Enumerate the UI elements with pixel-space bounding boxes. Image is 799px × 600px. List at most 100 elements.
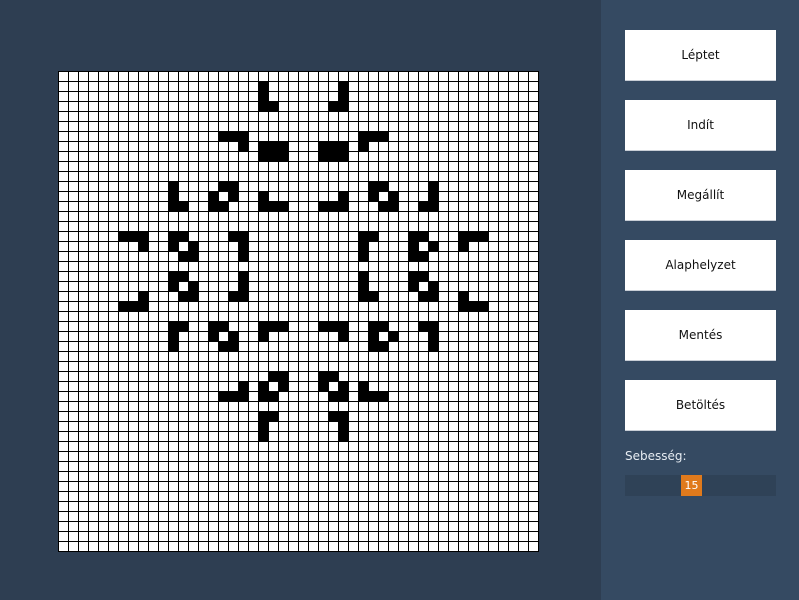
cell[interactable]: [189, 222, 198, 231]
cell[interactable]: [419, 412, 428, 421]
cell-alive[interactable]: [219, 132, 228, 141]
cell[interactable]: [389, 222, 398, 231]
cell[interactable]: [249, 132, 258, 141]
cell[interactable]: [349, 502, 358, 511]
cell[interactable]: [379, 532, 388, 541]
cell[interactable]: [89, 252, 98, 261]
cell[interactable]: [179, 342, 188, 351]
cell[interactable]: [449, 132, 458, 141]
cell[interactable]: [389, 362, 398, 371]
cell-alive[interactable]: [429, 292, 438, 301]
cell[interactable]: [149, 122, 158, 131]
cell[interactable]: [319, 402, 328, 411]
cell[interactable]: [439, 272, 448, 281]
cell[interactable]: [239, 502, 248, 511]
cell[interactable]: [499, 442, 508, 451]
cell[interactable]: [129, 422, 138, 431]
cell[interactable]: [189, 342, 198, 351]
cell[interactable]: [449, 472, 458, 481]
cell[interactable]: [259, 182, 268, 191]
cell[interactable]: [109, 402, 118, 411]
cell[interactable]: [389, 532, 398, 541]
cell[interactable]: [109, 542, 118, 551]
cell[interactable]: [409, 532, 418, 541]
cell[interactable]: [159, 352, 168, 361]
cell[interactable]: [119, 542, 128, 551]
cell[interactable]: [509, 172, 518, 181]
cell[interactable]: [229, 162, 238, 171]
cell[interactable]: [169, 352, 178, 361]
cell[interactable]: [189, 392, 198, 401]
cell[interactable]: [399, 222, 408, 231]
cell[interactable]: [89, 452, 98, 461]
cell-alive[interactable]: [209, 192, 218, 201]
cell[interactable]: [129, 162, 138, 171]
cell[interactable]: [59, 392, 68, 401]
cell[interactable]: [259, 282, 268, 291]
cell[interactable]: [239, 512, 248, 521]
cell[interactable]: [429, 402, 438, 411]
cell[interactable]: [329, 362, 338, 371]
cell[interactable]: [309, 382, 318, 391]
cell[interactable]: [149, 312, 158, 321]
cell[interactable]: [439, 432, 448, 441]
cell[interactable]: [389, 402, 398, 411]
cell[interactable]: [469, 392, 478, 401]
cell[interactable]: [189, 542, 198, 551]
cell[interactable]: [459, 272, 468, 281]
cell[interactable]: [109, 292, 118, 301]
cell[interactable]: [399, 162, 408, 171]
cell[interactable]: [149, 322, 158, 331]
cell[interactable]: [89, 262, 98, 271]
cell[interactable]: [229, 142, 238, 151]
cell[interactable]: [149, 392, 158, 401]
cell[interactable]: [209, 212, 218, 221]
cell[interactable]: [249, 522, 258, 531]
cell[interactable]: [379, 372, 388, 381]
cell[interactable]: [289, 482, 298, 491]
cell-alive[interactable]: [269, 322, 278, 331]
cell[interactable]: [239, 422, 248, 431]
cell[interactable]: [369, 362, 378, 371]
cell[interactable]: [69, 492, 78, 501]
cell[interactable]: [509, 122, 518, 131]
cell[interactable]: [489, 82, 498, 91]
cell[interactable]: [309, 232, 318, 241]
cell[interactable]: [219, 222, 228, 231]
cell[interactable]: [509, 162, 518, 171]
cell[interactable]: [439, 312, 448, 321]
cell[interactable]: [289, 452, 298, 461]
cell[interactable]: [179, 522, 188, 531]
cell[interactable]: [439, 212, 448, 221]
cell[interactable]: [469, 202, 478, 211]
cell[interactable]: [159, 162, 168, 171]
cell[interactable]: [79, 322, 88, 331]
cell[interactable]: [279, 242, 288, 251]
cell[interactable]: [309, 482, 318, 491]
cell[interactable]: [259, 522, 268, 531]
cell[interactable]: [229, 302, 238, 311]
cell[interactable]: [119, 222, 128, 231]
cell[interactable]: [99, 352, 108, 361]
cell[interactable]: [199, 362, 208, 371]
cell[interactable]: [239, 112, 248, 121]
cell-alive[interactable]: [259, 82, 268, 91]
cell[interactable]: [309, 212, 318, 221]
cell[interactable]: [129, 262, 138, 271]
cell[interactable]: [499, 312, 508, 321]
cell[interactable]: [159, 242, 168, 251]
cell[interactable]: [469, 362, 478, 371]
cell[interactable]: [239, 412, 248, 421]
cell[interactable]: [249, 482, 258, 491]
cell[interactable]: [149, 282, 158, 291]
cell[interactable]: [479, 182, 488, 191]
cell[interactable]: [99, 402, 108, 411]
cell[interactable]: [369, 242, 378, 251]
cell[interactable]: [459, 202, 468, 211]
cell-alive[interactable]: [339, 332, 348, 341]
cell[interactable]: [299, 212, 308, 221]
cell[interactable]: [529, 362, 538, 371]
cell[interactable]: [299, 542, 308, 551]
cell[interactable]: [409, 432, 418, 441]
cell[interactable]: [449, 302, 458, 311]
